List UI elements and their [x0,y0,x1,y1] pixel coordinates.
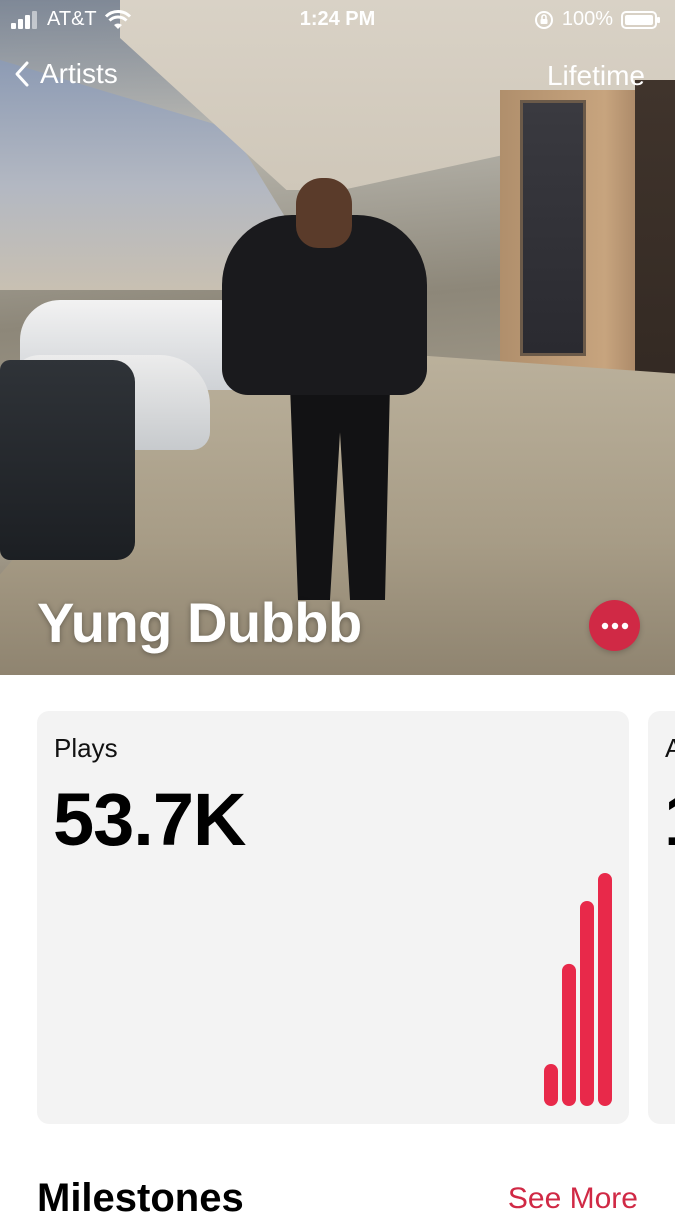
back-button[interactable]: Artists [14,58,118,90]
chevron-left-icon [15,61,29,87]
battery-icon [621,10,660,29]
next-card-label: A [665,733,675,763]
lifetime-button[interactable]: Lifetime [547,60,645,92]
storefront-window [520,100,586,356]
status-bar: AT&T 1:24 PM 100% [0,0,675,38]
plays-bar [598,873,612,1106]
more-options-button[interactable] [589,600,640,651]
artist-hero-image [0,0,675,675]
parked-jeep [0,360,135,560]
artist-name: Yung Dubbb [37,591,362,654]
see-more-link[interactable]: See More [508,1182,638,1216]
plays-card[interactable]: Plays 53.7K [37,711,629,1124]
status-right: 100% [534,8,661,31]
artist-figure-head [296,178,352,248]
ellipsis-icon [601,622,628,629]
milestones-title: Milestones [37,1176,244,1220]
next-stat-card[interactable]: A 1 [648,711,675,1124]
plays-bar [580,900,594,1106]
plays-bar-chart [544,873,612,1106]
plays-bar [544,1064,558,1106]
next-card-value: 1 [664,777,675,862]
plays-bar [562,963,576,1106]
orientation-lock-icon [534,10,553,29]
back-button-label: Artists [40,58,118,89]
battery-percentage: 100% [561,8,613,30]
